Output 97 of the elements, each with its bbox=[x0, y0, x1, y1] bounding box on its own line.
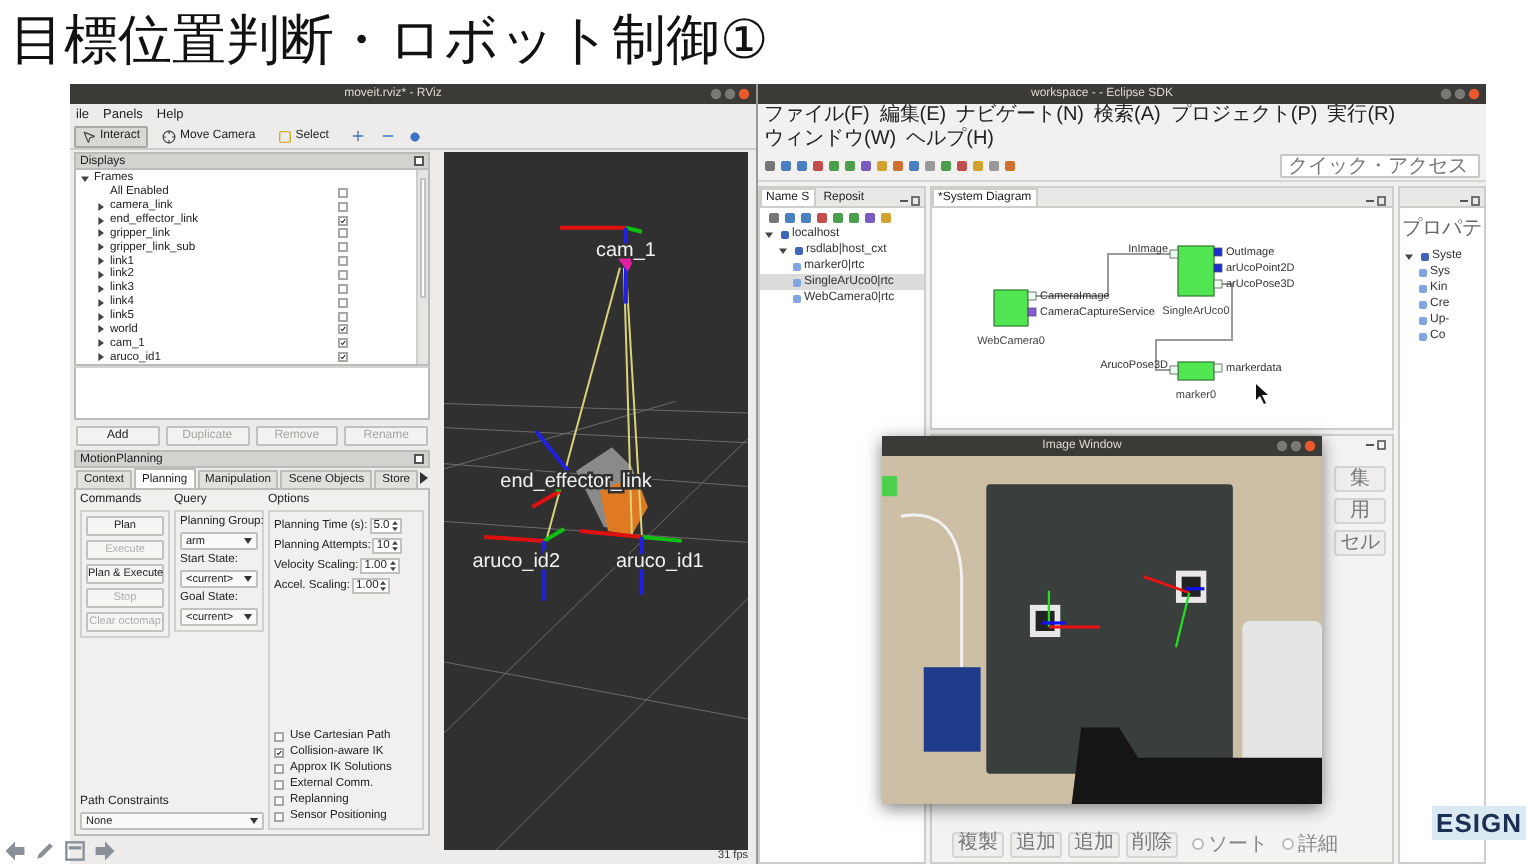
component-block[interactable] bbox=[1177, 361, 1215, 381]
checkbox[interactable] bbox=[274, 731, 284, 741]
node-icon bbox=[1420, 251, 1430, 261]
checkbox[interactable] bbox=[338, 215, 348, 225]
expand-triangle-icon[interactable] bbox=[96, 352, 106, 363]
caret-icon bbox=[244, 576, 252, 582]
checkbox[interactable] bbox=[274, 795, 284, 805]
caret-icon bbox=[244, 538, 252, 544]
expand-triangle-icon[interactable] bbox=[96, 242, 106, 253]
checkbox[interactable] bbox=[338, 228, 348, 239]
checkbox[interactable] bbox=[274, 779, 284, 789]
pointer-icon bbox=[82, 129, 96, 143]
menu-item[interactable]: 検索(A) bbox=[1094, 104, 1161, 128]
scrollbar[interactable] bbox=[416, 170, 428, 364]
crosshair-icon bbox=[162, 129, 177, 143]
checkbox[interactable] bbox=[338, 324, 348, 335]
checkbox[interactable] bbox=[274, 763, 284, 773]
radio-label: 詳細 bbox=[1298, 831, 1338, 858]
menu-item[interactable]: ウィンドウ(W) bbox=[764, 128, 897, 152]
menu-item[interactable]: ナビゲート(N) bbox=[956, 104, 1085, 128]
dot-icon[interactable] bbox=[410, 131, 421, 141]
window-controls-icon[interactable] bbox=[1440, 88, 1480, 100]
expand-triangle-icon[interactable] bbox=[96, 228, 106, 239]
arrow-right-icon[interactable] bbox=[94, 840, 116, 862]
checkbox[interactable] bbox=[338, 269, 348, 280]
checkbox[interactable] bbox=[274, 747, 284, 757]
pencil-icon[interactable] bbox=[34, 840, 56, 862]
spinner-arrows-icon[interactable] bbox=[391, 540, 398, 552]
action-button[interactable]: 削除 bbox=[1126, 831, 1178, 857]
checkbox[interactable] bbox=[338, 242, 348, 253]
collapse-triangle-icon[interactable] bbox=[1404, 251, 1414, 261]
radio-button[interactable] bbox=[1282, 838, 1294, 850]
mouse-cursor-icon bbox=[1256, 384, 1268, 404]
panel-title: プロパテ bbox=[1400, 215, 1484, 244]
collapse-triangle-icon[interactable] bbox=[778, 245, 788, 255]
node-icon bbox=[1418, 283, 1428, 293]
expand-triangle-icon[interactable] bbox=[96, 201, 106, 212]
node-icon bbox=[780, 229, 790, 239]
slide-title: 目標位置判断・ロボット制御① bbox=[8, 8, 771, 76]
close-icon[interactable] bbox=[414, 454, 424, 464]
checkbox[interactable] bbox=[338, 297, 348, 308]
node-icon bbox=[794, 245, 804, 255]
action-button[interactable]: 追加 bbox=[1068, 831, 1120, 857]
square-icon bbox=[277, 129, 292, 143]
close-icon[interactable] bbox=[414, 156, 424, 166]
minimize-maximize-icon[interactable] bbox=[1366, 440, 1386, 450]
logo-text: ESIGN bbox=[1432, 806, 1526, 840]
checkbox[interactable] bbox=[338, 338, 348, 349]
component-block[interactable] bbox=[993, 289, 1029, 327]
expand-triangle-icon[interactable] bbox=[96, 338, 106, 349]
node-icon bbox=[1418, 299, 1428, 309]
minimize-maximize-icon[interactable] bbox=[900, 196, 920, 206]
spinner-arrows-icon[interactable] bbox=[380, 580, 387, 592]
side-button[interactable]: 集 bbox=[1334, 466, 1386, 492]
checkbox[interactable] bbox=[338, 283, 348, 294]
action-button[interactable]: 追加 bbox=[1010, 831, 1062, 857]
window-controls-icon[interactable] bbox=[1276, 440, 1316, 452]
collapse-triangle-icon[interactable] bbox=[764, 229, 774, 239]
minimize-maximize-icon[interactable] bbox=[1366, 196, 1386, 206]
node-icon bbox=[792, 261, 802, 271]
quick-access-field[interactable]: クイック・アクセス bbox=[1280, 154, 1480, 178]
action-button[interactable]: 複製 bbox=[952, 831, 1004, 857]
expand-triangle-icon[interactable] bbox=[96, 215, 106, 225]
checkbox[interactable] bbox=[338, 352, 348, 363]
checkbox[interactable] bbox=[338, 311, 348, 322]
checkbox[interactable] bbox=[274, 811, 284, 821]
menu-item[interactable]: 編集(E) bbox=[879, 104, 947, 128]
expand-triangle-icon[interactable] bbox=[96, 297, 106, 308]
menu-item[interactable]: ヘルプ(H) bbox=[906, 128, 994, 152]
node-icon bbox=[792, 293, 802, 303]
slides-icon[interactable] bbox=[64, 840, 86, 862]
spinner-arrows-icon[interactable] bbox=[389, 560, 396, 572]
node-icon bbox=[1418, 315, 1428, 325]
minimize-maximize-icon[interactable] bbox=[1460, 196, 1480, 206]
checkbox[interactable] bbox=[338, 201, 348, 212]
plus-icon[interactable] bbox=[350, 128, 367, 144]
component-block[interactable] bbox=[1177, 245, 1215, 297]
menu-item[interactable]: ファイル(F) bbox=[764, 104, 870, 128]
collapse-triangle-icon[interactable] bbox=[80, 173, 90, 184]
node-icon bbox=[792, 277, 802, 287]
checkbox[interactable] bbox=[338, 256, 348, 267]
arrow-left-icon[interactable] bbox=[4, 840, 26, 862]
checkbox[interactable] bbox=[338, 187, 348, 198]
caret-icon bbox=[244, 614, 252, 620]
node-icon bbox=[1418, 331, 1428, 341]
side-button[interactable]: 用 bbox=[1334, 498, 1386, 524]
menu-item[interactable]: プロジェクト(P) bbox=[1170, 104, 1318, 128]
menu-item[interactable]: 実行(R) bbox=[1327, 104, 1396, 128]
spinner-arrows-icon[interactable] bbox=[391, 520, 398, 532]
scrollbar-thumb[interactable] bbox=[420, 178, 426, 298]
window-controls-icon[interactable] bbox=[710, 88, 750, 100]
radio-button[interactable] bbox=[1192, 838, 1204, 850]
radio-label: ソート bbox=[1208, 832, 1268, 858]
caret-icon bbox=[250, 818, 258, 824]
side-button[interactable]: セル bbox=[1334, 530, 1386, 556]
node-icon bbox=[1418, 267, 1428, 277]
expand-triangle-icon[interactable] bbox=[96, 283, 106, 294]
